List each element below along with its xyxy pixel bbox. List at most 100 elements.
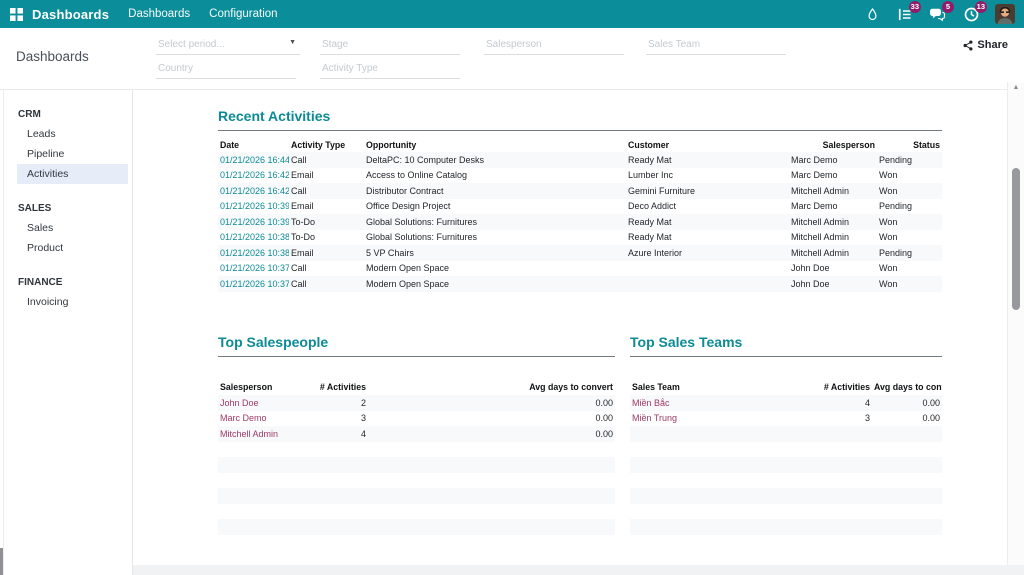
column-header: # Activities: [310, 382, 368, 393]
table-cell: Marc Demo: [789, 201, 877, 211]
record-link[interactable]: John Doe: [218, 398, 310, 408]
table-cell: 3: [310, 413, 368, 423]
table-cell: Modern Open Space: [364, 279, 626, 289]
table-body: John Doe20.00Marc Demo30.00Mitchell Admi…: [218, 395, 615, 535]
table-cell: Email: [289, 170, 364, 180]
table-cell: To-Do: [289, 232, 364, 242]
sidebar-item-leads[interactable]: Leads: [0, 124, 132, 144]
record-link[interactable]: Mitchell Admin: [218, 429, 310, 439]
record-link[interactable]: Miền Trung: [630, 413, 778, 423]
table-cell: Ready Mat: [626, 232, 789, 242]
record-link[interactable]: Marc Demo: [218, 413, 310, 423]
scroll-up-arrow-icon[interactable]: ▲: [1008, 84, 1024, 91]
table-row[interactable]: 01/21/2026 10:39To-DoGlobal Solutions: F…: [218, 214, 942, 230]
sidebar-item-product[interactable]: Product: [0, 238, 132, 258]
sidebar-section: FINANCEInvoicing: [0, 258, 132, 312]
vertical-scrollbar[interactable]: ▲: [1007, 82, 1024, 565]
empty-table-row: [630, 473, 942, 489]
table-row[interactable]: Miền Bắc40.00: [630, 395, 942, 411]
date-link[interactable]: 01/21/2026 10:39: [218, 217, 289, 227]
date-link[interactable]: 01/21/2026 10:39: [218, 201, 289, 211]
user-avatar[interactable]: [995, 4, 1015, 24]
breadcrumb: Dashboards: [16, 49, 89, 64]
select-period-filter[interactable]: [156, 35, 300, 55]
date-link[interactable]: 01/21/2026 16:42: [218, 170, 289, 180]
column-header: Activity Type: [289, 140, 364, 150]
table-cell: John Doe: [789, 279, 877, 289]
table-row[interactable]: 01/21/2026 10:38To-DoGlobal Solutions: F…: [218, 230, 942, 246]
table-row[interactable]: Miền Trung30.00: [630, 411, 942, 427]
sidebar-item-activities[interactable]: Activities: [17, 164, 128, 184]
table-row[interactable]: 01/21/2026 10:38Email5 VP ChairsAzure In…: [218, 245, 942, 261]
table-cell: Mitchell Admin: [789, 186, 877, 196]
sidebar-section-title: SALES: [0, 198, 132, 218]
sidebar-item-invoicing[interactable]: Invoicing: [0, 292, 132, 312]
messages-badge: 5: [942, 1, 954, 13]
empty-table-row: [630, 519, 942, 535]
date-link[interactable]: 01/21/2026 16:44: [218, 155, 289, 165]
table-row[interactable]: 01/21/2026 16:42CallDistributor Contract…: [218, 183, 942, 199]
table-header-row: Salesperson# ActivitiesAvg days to conve…: [218, 369, 615, 395]
column-header: # Activities: [778, 382, 872, 393]
messages-icon[interactable]: 5: [929, 5, 947, 23]
nav-menu-configuration[interactable]: Configuration: [209, 8, 277, 20]
empty-table-row: [218, 457, 615, 473]
column-header: Opportunity: [364, 140, 626, 150]
sidebar-scrollbar-track[interactable]: [3, 90, 4, 575]
table-cell: Lumber Inc: [626, 170, 789, 180]
record-link[interactable]: Miền Bắc: [630, 398, 778, 408]
empty-table-row: [630, 504, 942, 520]
table-cell: 0.00: [872, 413, 942, 423]
top-sales-teams-section: Top Sales Teams Sales Team# ActivitiesAv…: [630, 334, 942, 535]
date-link[interactable]: 01/21/2026 10:38: [218, 232, 289, 242]
date-link[interactable]: 01/21/2026 10:37: [218, 279, 289, 289]
table-cell: To-Do: [289, 217, 364, 227]
sidebar-scrollbar-thumb[interactable]: [0, 548, 3, 575]
table-cell: 4: [778, 398, 872, 408]
date-link[interactable]: 01/21/2026 16:42: [218, 186, 289, 196]
table-row[interactable]: 01/21/2026 16:44CallDeltaPC: 10 Computer…: [218, 152, 942, 168]
table-cell: 4: [310, 429, 368, 439]
table-row[interactable]: 01/21/2026 10:39EmailOffice Design Proje…: [218, 199, 942, 215]
drop-icon[interactable]: [863, 5, 881, 23]
table-row[interactable]: Marc Demo30.00: [218, 411, 615, 427]
column-header: Customer: [626, 140, 789, 150]
section-title: Top Salespeople: [218, 334, 615, 357]
sidebar-section: CRMLeadsPipelineActivities: [0, 90, 132, 184]
table-cell: DeltaPC: 10 Computer Desks: [364, 155, 626, 165]
table-row[interactable]: 01/21/2026 10:37CallModern Open SpaceJoh…: [218, 276, 942, 292]
table-cell: Mitchell Admin: [789, 232, 877, 242]
date-link[interactable]: 01/21/2026 10:38: [218, 248, 289, 258]
sidebar-item-sales[interactable]: Sales: [0, 218, 132, 238]
empty-table-row: [218, 473, 615, 489]
salesperson-filter[interactable]: [484, 35, 624, 55]
empty-table-row: [218, 504, 615, 520]
activity-type-filter[interactable]: [320, 59, 460, 79]
share-label: Share: [977, 39, 1008, 51]
table-cell: 0.00: [368, 429, 615, 439]
table-cell: Office Design Project: [364, 201, 626, 211]
table-cell: Won: [877, 279, 942, 289]
table-row[interactable]: 01/21/2026 10:37CallModern Open SpaceJoh…: [218, 261, 942, 277]
table-cell: John Doe: [789, 263, 877, 273]
vertical-scrollbar-thumb[interactable]: [1012, 168, 1020, 310]
sidebar-item-pipeline[interactable]: Pipeline: [0, 144, 132, 164]
stage-filter[interactable]: [320, 35, 460, 55]
empty-table-row: [630, 426, 942, 442]
table-row[interactable]: 01/21/2026 16:42EmailAccess to Online Ca…: [218, 168, 942, 184]
table-cell: 0.00: [368, 413, 615, 423]
table-row[interactable]: Mitchell Admin40.00: [218, 426, 615, 442]
table-row[interactable]: John Doe20.00: [218, 395, 615, 411]
sales-team-filter[interactable]: [646, 35, 786, 55]
activities-clock-icon[interactable]: 13: [962, 5, 980, 23]
country-filter[interactable]: [156, 59, 296, 79]
table-cell: Ready Mat: [626, 217, 789, 227]
date-link[interactable]: 01/21/2026 10:37: [218, 263, 289, 273]
tasks-icon[interactable]: 33: [896, 5, 914, 23]
apps-grid-icon[interactable]: [10, 8, 23, 21]
nav-menu-dashboards[interactable]: Dashboards: [128, 8, 190, 20]
empty-table-row: [218, 519, 615, 535]
share-button[interactable]: Share: [963, 39, 1008, 51]
horizontal-scrollbar-track[interactable]: [133, 565, 1024, 575]
table-header-row: DateActivity TypeOpportunityCustomerSale…: [218, 138, 942, 152]
